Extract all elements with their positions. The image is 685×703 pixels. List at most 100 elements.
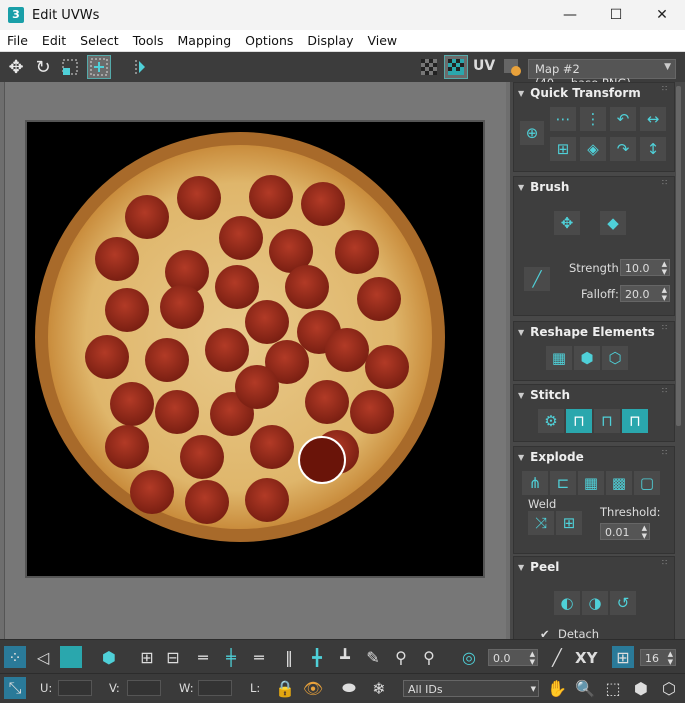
flatten-by-polygon-icon[interactable]: ▦ [578, 471, 604, 495]
rollout-stitch-header[interactable]: ▼ Stitch [514, 385, 674, 405]
flatten-by-smoothing-icon[interactable]: ▩ [606, 471, 632, 495]
panel-scrollbar[interactable] [676, 86, 681, 426]
close-button[interactable]: ✕ [639, 0, 685, 30]
reset-peel-icon[interactable]: ↺ [610, 591, 636, 615]
rollout-explode-header[interactable]: ▼ Explode [514, 447, 674, 467]
weld-target-icon[interactable]: ⊞ [556, 511, 582, 535]
rotate-icon[interactable]: ↻ [31, 55, 55, 79]
ring-grow-icon[interactable]: ╋ [306, 646, 328, 668]
loop-shrink-icon[interactable]: ═ [248, 646, 270, 668]
stitch-custom-icon[interactable]: ⚙ [538, 409, 564, 433]
zoom-extents-icon[interactable]: ⬢ [630, 677, 652, 699]
relax-brush-icon[interactable]: ◆ [600, 211, 626, 235]
rollout-brush-header[interactable]: ▼ Brush [514, 177, 674, 197]
flatten-by-material-icon[interactable]: ▢ [634, 471, 660, 495]
rollout-reshape-header[interactable]: ▼ Reshape Elements [514, 322, 674, 342]
drag-handle-icon[interactable]: ∷ [662, 387, 668, 397]
stitch-average-icon[interactable]: ⊓ [594, 409, 620, 433]
stitch-to-source-icon[interactable]: ⊓ [566, 409, 592, 433]
space-vertical-icon[interactable]: ↕ [640, 137, 666, 161]
ring-icon[interactable]: ‖ [278, 646, 300, 668]
scale-icon[interactable] [58, 55, 82, 79]
absolute-offset-icon[interactable]: ⤡ [4, 677, 26, 699]
texture-icon[interactable] [444, 55, 468, 79]
quick-peel-icon[interactable]: ◐ [554, 591, 580, 615]
detach-checkbox[interactable]: ✔ [540, 627, 550, 639]
drag-handle-icon[interactable]: ∷ [662, 85, 668, 95]
zoom-region-icon[interactable]: ⬚ [602, 677, 624, 699]
enlarge-brush-icon[interactable]: ⚲ [390, 646, 412, 668]
shrink-brush-icon[interactable]: ⚲ [418, 646, 440, 668]
grow-selection-icon[interactable]: ⊞ [136, 646, 158, 668]
u-field[interactable] [58, 680, 92, 696]
checker-icon[interactable] [417, 55, 441, 79]
mirror-icon[interactable] [125, 55, 149, 79]
grid-value-spinner[interactable]: 16 ▲ ▼ [640, 649, 676, 666]
lock-icon[interactable]: 🔒 [274, 677, 296, 699]
select-element-icon[interactable]: ⬢ [98, 646, 120, 668]
loop-grow-icon[interactable]: ╪ [220, 646, 242, 668]
detach-edge-icon[interactable]: ⊏ [550, 471, 576, 495]
rotate-cw-icon[interactable]: ↷ [610, 137, 636, 161]
rotate-ccw-icon[interactable]: ↶ [610, 107, 636, 131]
menu-mapping[interactable]: Mapping [171, 33, 239, 48]
relax-settings-icon[interactable]: ⬡ [602, 346, 628, 370]
paint-move-icon[interactable]: ✥ [554, 211, 580, 235]
menu-display[interactable]: Display [300, 33, 360, 48]
freeze-icon[interactable]: ❄ [368, 677, 390, 699]
select-face-icon[interactable] [60, 646, 82, 668]
drag-handle-icon[interactable]: ∷ [662, 179, 668, 189]
grid-snap-icon[interactable]: ⊞ [612, 646, 634, 668]
pan-icon[interactable]: ✋ [546, 677, 568, 699]
space-horizontal-icon[interactable]: ↔ [640, 107, 666, 131]
threshold-spinner[interactable]: 0.01 ▲ ▼ [600, 523, 650, 540]
menu-tools[interactable]: Tools [126, 33, 171, 48]
zoom-icon[interactable]: 🔍 [574, 677, 596, 699]
v-field[interactable] [127, 680, 161, 696]
menu-edit[interactable]: Edit [35, 33, 73, 48]
minimize-button[interactable]: — [547, 0, 593, 30]
peel-mode-icon[interactable]: ◑ [582, 591, 608, 615]
ring-shrink-icon[interactable]: ┻ [334, 646, 356, 668]
brush-falloff-curve-icon[interactable]: ╱ [524, 267, 550, 291]
uv-editor-viewport[interactable] [0, 82, 510, 639]
select-vertex-icon[interactable]: ⁘ [4, 646, 26, 668]
strength-spinner[interactable]: 10.0 ▲ ▼ [620, 259, 670, 276]
show-hide-icon[interactable]: 👁 [302, 677, 324, 699]
maximize-button[interactable]: ☐ [593, 0, 639, 30]
rollout-quick-transform-header[interactable]: ▼ Quick Transform [514, 83, 674, 103]
rollout-peel-header[interactable]: ▼ Peel [514, 557, 674, 577]
xy-toggle[interactable]: XY [575, 649, 597, 667]
drag-handle-icon[interactable]: ∷ [662, 449, 668, 459]
stitch-to-target-icon[interactable]: ⊓ [622, 409, 648, 433]
align-horizontal-icon[interactable]: ⋯ [550, 107, 576, 131]
map-settings-icon[interactable] [500, 55, 524, 79]
pivot-icon[interactable]: ⊕ [520, 121, 544, 145]
freeform-icon[interactable] [87, 55, 111, 79]
straighten-icon[interactable]: ▦ [546, 346, 572, 370]
drag-handle-icon[interactable]: ∷ [662, 559, 668, 569]
menu-select[interactable]: Select [73, 33, 126, 48]
w-field[interactable] [198, 680, 232, 696]
loop-icon[interactable]: ═ [192, 646, 214, 668]
shrink-selection-icon[interactable]: ⊟ [162, 646, 184, 668]
rotate-value-spinner[interactable]: 0.0 ▲ ▼ [488, 649, 538, 666]
zoom-selected-icon[interactable]: ⬡ [658, 677, 680, 699]
menu-file[interactable]: File [0, 33, 35, 48]
align-vertical-icon[interactable]: ⋮ [580, 107, 606, 131]
paint-select-icon[interactable]: ✎ [362, 646, 384, 668]
falloff-spinner[interactable]: 20.0 ▲ ▼ [620, 285, 670, 302]
break-icon[interactable]: ⋔ [522, 471, 548, 495]
hide-icon[interactable]: ⬬ [338, 677, 360, 699]
relax-icon[interactable]: ⬢ [574, 346, 600, 370]
soft-selection-icon[interactable]: ◎ [458, 646, 480, 668]
map-select[interactable]: Map #2 (40..._base.PNG) ▼ [528, 59, 676, 90]
menu-view[interactable]: View [360, 33, 404, 48]
align-edge-icon[interactable]: ⊞ [550, 137, 576, 161]
move-icon[interactable]: ✥ [4, 55, 28, 79]
snap-line-icon[interactable]: ╱ [546, 646, 568, 668]
weld-selected-icon[interactable]: ⤨ [528, 511, 554, 535]
uv-texture-square[interactable] [25, 120, 485, 578]
ids-select[interactable]: All IDs ▼ [403, 680, 539, 697]
menu-options[interactable]: Options [238, 33, 300, 48]
